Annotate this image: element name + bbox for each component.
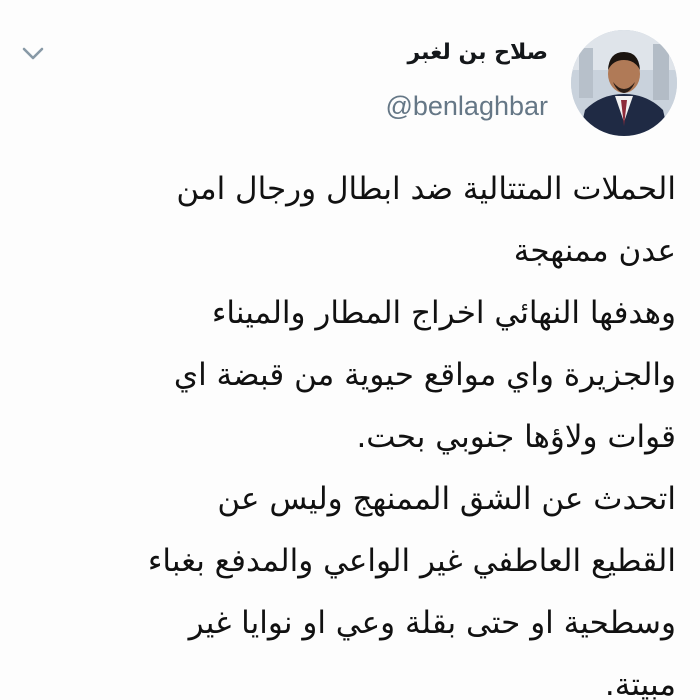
tweet-text-line: الحملات المتتالية ضد ابطال ورجال امن xyxy=(176,171,676,207)
display-name[interactable]: صلاح بن لغبر xyxy=(407,40,548,65)
tweet-text: الحملات المتتالية ضد ابطال ورجال امن عدن… xyxy=(36,158,676,700)
tweet-text-line: قوات ولاؤها جنوبي بحت. xyxy=(356,419,676,455)
profile-photo-icon xyxy=(571,30,677,136)
user-handle[interactable]: @benlaghbar xyxy=(385,91,548,122)
chevron-down-icon[interactable] xyxy=(22,46,44,62)
tweet-text-line: وسطحية او حتى بقلة وعي او نوايا غير xyxy=(188,605,676,641)
tweet-text-line: القطيع العاطفي غير الواعي والمدفع بغباء xyxy=(147,543,676,579)
tweet-text-line: وهدفها النهائي اخراج المطار والميناء xyxy=(211,295,676,331)
tweet-text-line: اتحدث عن الشق الممنهج وليس عن xyxy=(217,481,676,517)
tweet-text-line: والجزيرة واي مواقع حيوية من قبضة اي xyxy=(173,357,676,393)
avatar[interactable] xyxy=(571,30,677,136)
tweet-text-line: عدن ممنهجة xyxy=(513,233,676,269)
tweet-text-line: مبيتة. xyxy=(604,667,676,700)
tweet-card: صلاح بن لغبر @benlaghbar الحملات المتتال… xyxy=(0,0,700,700)
